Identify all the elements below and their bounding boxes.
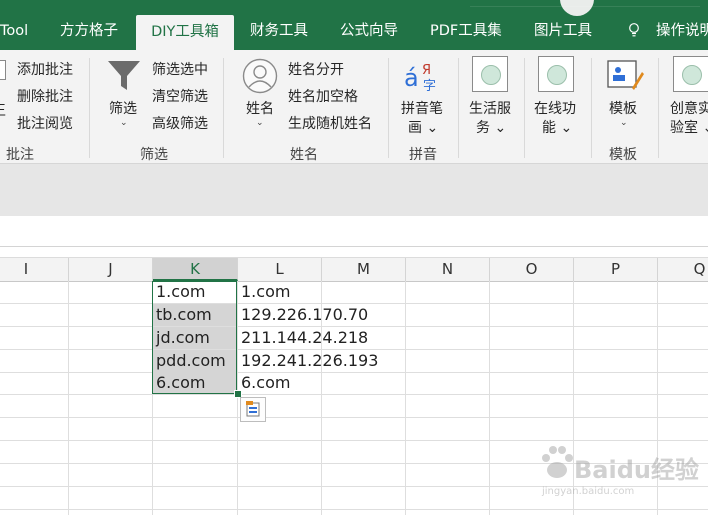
column-header-row: I J K L M N O P Q	[0, 257, 708, 282]
svg-text:字: 字	[423, 79, 436, 94]
cell-l1[interactable]: 1.com	[238, 281, 290, 303]
column-header-j[interactable]: J	[69, 258, 153, 281]
template-caret[interactable]: ⌄	[620, 118, 628, 128]
lightbulb-icon[interactable]	[628, 23, 640, 37]
filter-funnel-icon	[108, 61, 140, 90]
svg-text:á: á	[404, 64, 419, 92]
group-label-comments: 批注	[6, 147, 34, 163]
selection-range-border	[152, 281, 237, 394]
tab-image-tools[interactable]: 图片工具	[534, 14, 592, 50]
life-service-icon	[472, 56, 508, 92]
cell-l3[interactable]: 211.144.24.218	[238, 327, 368, 349]
group-separator	[591, 58, 592, 158]
formula-bar-area	[0, 164, 708, 216]
ribbon-tab-bar: Tool 方方格子 DIY工具箱 财务工具 公式向导 PDF工具集 图片工具 操…	[0, 0, 708, 50]
split-name-button[interactable]: 姓名分开	[288, 59, 344, 79]
group-separator	[658, 58, 659, 158]
add-comment-button[interactable]: 添加批注	[17, 59, 73, 79]
tab-diy-toolbox[interactable]: DIY工具箱	[136, 15, 234, 50]
creative-lab-icon	[673, 56, 708, 92]
group-label-template: 模板	[609, 147, 637, 163]
column-header-k[interactable]: K	[153, 258, 238, 281]
column-header-p[interactable]: P	[574, 258, 658, 281]
random-name-button[interactable]: 生成随机姓名	[288, 113, 372, 133]
watermark-url: jingyan.baidu.com	[542, 486, 635, 497]
group-separator	[223, 58, 224, 158]
creative-lab-button[interactable]: 创意实	[670, 98, 708, 118]
comment-edge-label: 王	[0, 100, 6, 120]
name-add-space-button[interactable]: 姓名加空格	[288, 86, 358, 106]
svg-text:Я: Я	[422, 63, 431, 78]
tab-formula-wizard[interactable]: 公式向导	[340, 14, 398, 50]
name-caret[interactable]: ⌄	[256, 118, 264, 128]
ribbon: 王 添加批注 删除批注 批注阅览 批注 筛选 ⌄ 筛选选中 清空筛选 高级筛选 …	[0, 50, 708, 164]
life-service-button-line2[interactable]: 务 ⌄	[476, 117, 506, 137]
review-comment-button[interactable]: 批注阅览	[17, 113, 73, 133]
pinyin-stroke-button[interactable]: 拼音笔	[401, 98, 443, 118]
cell-l2[interactable]: 129.226.170.70	[238, 304, 368, 326]
group-label-pinyin: 拼音	[409, 147, 437, 163]
template-big-button[interactable]: 模板	[609, 98, 637, 118]
group-separator	[524, 58, 525, 158]
name-big-button[interactable]: 姓名	[246, 98, 274, 118]
column-header-q[interactable]: Q	[658, 258, 708, 281]
group-label-name: 姓名	[290, 147, 318, 163]
online-function-button-line2[interactable]: 能 ⌄	[542, 117, 572, 137]
cell-l4[interactable]: 192.241.226.193	[238, 350, 378, 372]
template-icon	[607, 60, 644, 90]
tab-help[interactable]: 操作说明	[656, 14, 708, 50]
advanced-filter-button[interactable]: 高级筛选	[152, 113, 208, 133]
group-separator	[388, 58, 389, 158]
filter-selected-button[interactable]: 筛选选中	[152, 59, 208, 79]
person-avatar-icon	[242, 58, 278, 94]
quick-analysis-button[interactable]	[240, 397, 266, 422]
formula-input-strip[interactable]	[0, 216, 708, 247]
online-function-icon	[538, 56, 574, 92]
filter-caret[interactable]: ⌄	[120, 118, 128, 128]
column-header-m[interactable]: M	[322, 258, 406, 281]
group-separator	[458, 58, 459, 158]
creative-lab-button-line2[interactable]: 验室 ⌄	[670, 117, 708, 137]
life-service-button[interactable]: 生活服	[469, 98, 511, 118]
tab-finance-tools[interactable]: 财务工具	[250, 14, 308, 50]
tab-tool[interactable]: Tool	[0, 14, 28, 50]
comment-icon-partial	[0, 60, 6, 80]
paw-logo-icon	[542, 446, 573, 478]
column-header-l[interactable]: L	[238, 258, 322, 281]
cell-l5[interactable]: 6.com	[238, 372, 290, 394]
group-label-filter: 筛选	[140, 147, 168, 163]
quick-analysis-icon	[246, 401, 260, 417]
delete-comment-button[interactable]: 删除批注	[17, 86, 73, 106]
filter-big-button[interactable]: 筛选	[109, 98, 137, 118]
tab-fangfanggezi[interactable]: 方方格子	[60, 14, 118, 50]
watermark-text: Baidu经验	[574, 456, 699, 484]
column-header-i[interactable]: I	[0, 258, 69, 281]
clear-filter-button[interactable]: 清空筛选	[152, 86, 208, 106]
baidu-jingyan-watermark: Baidu经验 jingyan.baidu.com	[540, 438, 705, 508]
pinyin-icon: á Я 字	[404, 63, 436, 94]
tab-pdf-tools[interactable]: PDF工具集	[430, 14, 502, 50]
column-header-o[interactable]: O	[490, 258, 574, 281]
online-function-button[interactable]: 在线功	[534, 98, 576, 118]
group-separator	[89, 58, 90, 158]
column-header-n[interactable]: N	[406, 258, 490, 281]
pinyin-stroke-button-line2[interactable]: 画 ⌄	[408, 117, 438, 137]
